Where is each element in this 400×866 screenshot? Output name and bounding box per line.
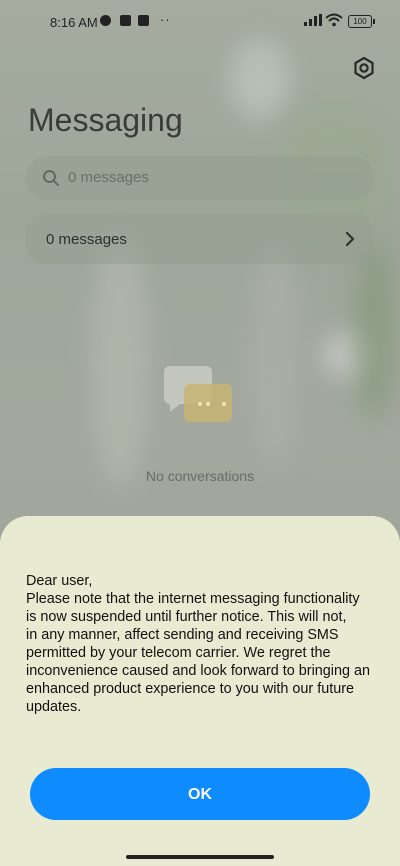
notice-line: permitted by your telecom carrier. We re…	[26, 645, 331, 661]
empty-state-text: No conversations	[145, 468, 255, 484]
notice-line: Please note that the internet messaging …	[26, 591, 360, 607]
background-blur	[355, 240, 395, 420]
notice-line: is now suspended until further notice. T…	[26, 609, 347, 625]
chat-bubbles-icon	[164, 366, 232, 422]
messages-row[interactable]: 0 messages	[26, 214, 374, 264]
ok-button[interactable]: OK	[30, 768, 370, 820]
settings-icon[interactable]	[351, 55, 377, 81]
data-saver-icon	[100, 15, 111, 26]
search-input[interactable]: 0 messages	[26, 156, 374, 200]
status-time: 8:16 AM	[50, 15, 98, 30]
background-blur	[230, 40, 290, 120]
messaging-screen: 8:16 AM ·· 100 Messaging 0 messages 0 me…	[0, 0, 400, 866]
background-blur	[90, 230, 150, 490]
status-bar: 8:16 AM ·· 100	[0, 0, 400, 44]
battery-icon: 100	[348, 15, 372, 28]
home-indicator[interactable]	[126, 855, 274, 859]
notice-line: Dear user,	[26, 573, 93, 589]
background-blur	[250, 240, 300, 470]
notice-line: enhanced product experience to you with …	[26, 681, 354, 697]
upload-notification-icon	[138, 15, 149, 26]
signal-icon	[304, 14, 322, 26]
notification-app-icon	[120, 15, 131, 26]
notice-line: in any manner, affect sending and receiv…	[26, 627, 339, 643]
notice-line: inconvenience caused and look forward to…	[26, 663, 371, 679]
wifi-icon	[325, 13, 343, 27]
page-title: Messaging	[28, 102, 183, 138]
search-icon	[43, 170, 59, 186]
search-placeholder: 0 messages	[68, 169, 149, 186]
notice-message: Dear user, Please note that the internet…	[26, 572, 396, 716]
chevron-right-icon	[345, 231, 355, 247]
notice-dialog: Dear user, Please note that the internet…	[0, 516, 400, 866]
battery-cap	[373, 19, 375, 24]
more-notifications-icon: ··	[160, 12, 171, 27]
messages-count-label: 0 messages	[46, 231, 127, 248]
notice-line: updates.	[26, 699, 82, 715]
